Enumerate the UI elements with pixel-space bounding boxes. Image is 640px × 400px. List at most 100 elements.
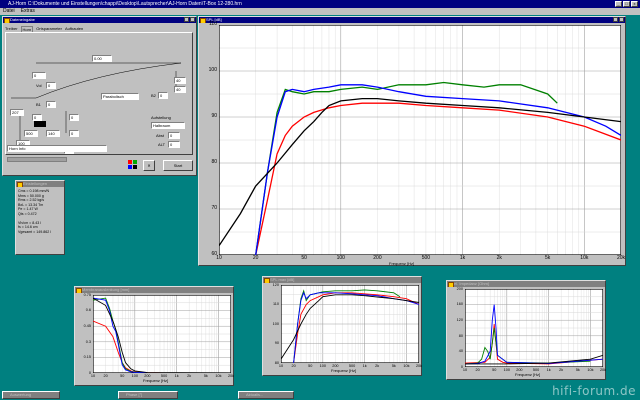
membran-chart <box>92 294 232 374</box>
driver-window-title: Einstellungen <box>23 181 48 186</box>
horn-info-field[interactable]: Horn Info <box>7 145 107 152</box>
series-line-3 <box>92 297 232 374</box>
y-tick-label: 120 <box>272 282 279 287</box>
menu-extras[interactable]: Extras <box>21 8 35 15</box>
y-tick-label: 90 <box>274 341 279 346</box>
menu-datei[interactable]: Datei <box>3 8 15 15</box>
window-close-icon[interactable] <box>619 17 624 22</box>
y-tick-label: 100 <box>208 67 217 73</box>
profile-select[interactable]: Parabolisch <box>101 93 139 100</box>
y-tick-label: 100 <box>272 321 279 326</box>
minimized-window-2-title: Phase [°] <box>119 392 177 398</box>
minimized-window-3[interactable]: Aktualis... <box>238 391 294 399</box>
driver-param-line: Vgesamt = 149.862 l <box>18 229 52 234</box>
x3-field[interactable]: 140 <box>46 130 60 137</box>
impedance-window: el. Impedanz [Ohm] Frequenz [Hz] 200 160 1… <box>446 280 606 380</box>
x-tick-label: 5k <box>545 255 551 261</box>
x-tick-label: 500 <box>532 368 540 372</box>
spl-window-titlebar[interactable]: SPL [dB] <box>199 17 625 23</box>
b2-field[interactable]: 0 <box>158 92 168 99</box>
horn-window-titlebar[interactable]: Dateneingabe <box>3 17 196 23</box>
impedance-window-titlebar[interactable]: el. Impedanz [Ohm] <box>447 281 605 287</box>
driver-param-line: Cms = 0.198 mm/N <box>18 189 50 193</box>
b1-label: B1 <box>36 102 41 107</box>
window-minimize-icon[interactable] <box>184 17 189 22</box>
b2-label: B2 <box>151 93 156 98</box>
maximize-button[interactable]: □ <box>623 1 630 7</box>
x-tick-label: 5k <box>203 374 208 378</box>
y-tick-label: 70 <box>211 205 217 211</box>
driver-info-window: Einstellungen Cms = 0.198 mm/N Mms = 50.0… <box>15 180 65 255</box>
y-tick-label: 80 <box>211 159 217 165</box>
alt-field[interactable]: 0 <box>168 141 180 148</box>
x2-field[interactable]: 500 <box>24 130 38 137</box>
y-tick-label: 110 <box>272 302 279 307</box>
app-titlebar: AJ-Horn C:\Dokumente und Einstellungen\c… <box>0 0 640 8</box>
s1c-field[interactable]: 0 <box>69 114 79 121</box>
driver-window-titlebar[interactable]: Einstellungen <box>16 181 64 187</box>
y-tick-label: 90 <box>211 113 217 119</box>
y-tick-label: 0.45 <box>83 323 91 328</box>
x1-field[interactable]: 207 <box>10 109 24 116</box>
x-tick-label: 500 <box>160 374 168 378</box>
y-tick-label: 0.3 <box>85 339 91 344</box>
x-tick-label: 2k <box>187 374 192 378</box>
spl-x-label: Frequenz [Hz] <box>389 261 415 266</box>
y-tick-label: 40 <box>458 349 463 354</box>
series-line-2 <box>255 84 622 256</box>
series-line-2 <box>464 304 604 365</box>
impedance-window-title: el. Impedanz [Ohm] <box>454 281 489 286</box>
v-field[interactable]: 0 <box>46 82 56 89</box>
s-field[interactable]: 0 <box>32 72 46 79</box>
minimized-window-1-title: Auswertung <box>3 392 59 398</box>
close-window-button[interactable]: ✕ <box>143 160 155 171</box>
x-tick-label: 200 <box>144 374 151 378</box>
minimized-window-2[interactable]: Phase [°] <box>118 391 178 399</box>
horn-length-field[interactable]: 0.00 <box>92 55 112 62</box>
aufstellung-select[interactable]: Halbraum <box>151 122 185 129</box>
x-tick-label: 10 <box>90 374 96 378</box>
x-tick-label: 10k <box>403 364 410 368</box>
b1-field[interactable]: 0 <box>46 101 56 108</box>
aufstellung-label: Aufstellung <box>151 115 171 120</box>
spl-max-window: SPL max [dB] Frequenz [Hz] 120 110 100 90 80… <box>262 276 422 376</box>
x-tick-label: 5k <box>575 368 580 372</box>
abst-field[interactable]: 0 <box>168 132 180 139</box>
s1b-field[interactable]: 0 <box>32 114 42 121</box>
series-line-0 <box>293 292 420 364</box>
spl-max-plot <box>280 284 420 364</box>
minimized-window-1[interactable]: Auswertung <box>2 391 60 399</box>
spl-max-chart <box>280 284 420 364</box>
series-line-0 <box>464 324 604 365</box>
impedance-chart <box>464 288 604 368</box>
progress-bar <box>7 157 67 162</box>
window-close-icon[interactable] <box>190 17 195 22</box>
l1-a-field[interactable]: 40 <box>174 77 186 84</box>
close-button[interactable]: x <box>631 1 638 7</box>
x-tick-label: 20k <box>227 374 235 378</box>
x-tick-label: 20k <box>415 364 423 368</box>
membran-window-titlebar[interactable]: Membranauslenkung [mm] <box>75 287 233 293</box>
x-tick-label: 20 <box>252 255 259 261</box>
window-minimize-icon[interactable] <box>613 17 618 22</box>
x-tick-label: 200 <box>332 364 339 368</box>
series-line-1 <box>464 327 591 365</box>
color-grid-icon[interactable] <box>128 160 138 170</box>
x-tick-label: 10 <box>462 368 468 372</box>
horn-window-title: Dateneingabe <box>10 17 35 22</box>
x-tick-label: 10k <box>580 255 589 261</box>
x-tick-label: 10k <box>587 368 594 372</box>
x-tick-label: 200 <box>373 255 382 261</box>
horn-panel: 0.00 0 Vol 0 Parabolisch 40 40 B2 0 B1 0… <box>5 32 193 155</box>
y-tick-label: 80 <box>458 333 463 338</box>
membran-window-title: Membranauslenkung [mm] <box>82 287 130 292</box>
x-tick-label: 50 <box>308 364 313 368</box>
y-tick-label: 0.6 <box>85 308 91 313</box>
minimize-button[interactable]: _ <box>615 1 622 7</box>
start-button[interactable]: Start <box>163 160 193 171</box>
x5-field[interactable]: 0 <box>69 130 79 137</box>
l1-b-field[interactable]: 40 <box>174 86 186 93</box>
vol-label: Vol <box>36 83 42 88</box>
x-tick-label: 2k <box>496 255 502 261</box>
spl-max-window-titlebar[interactable]: SPL max [dB] <box>263 277 421 283</box>
